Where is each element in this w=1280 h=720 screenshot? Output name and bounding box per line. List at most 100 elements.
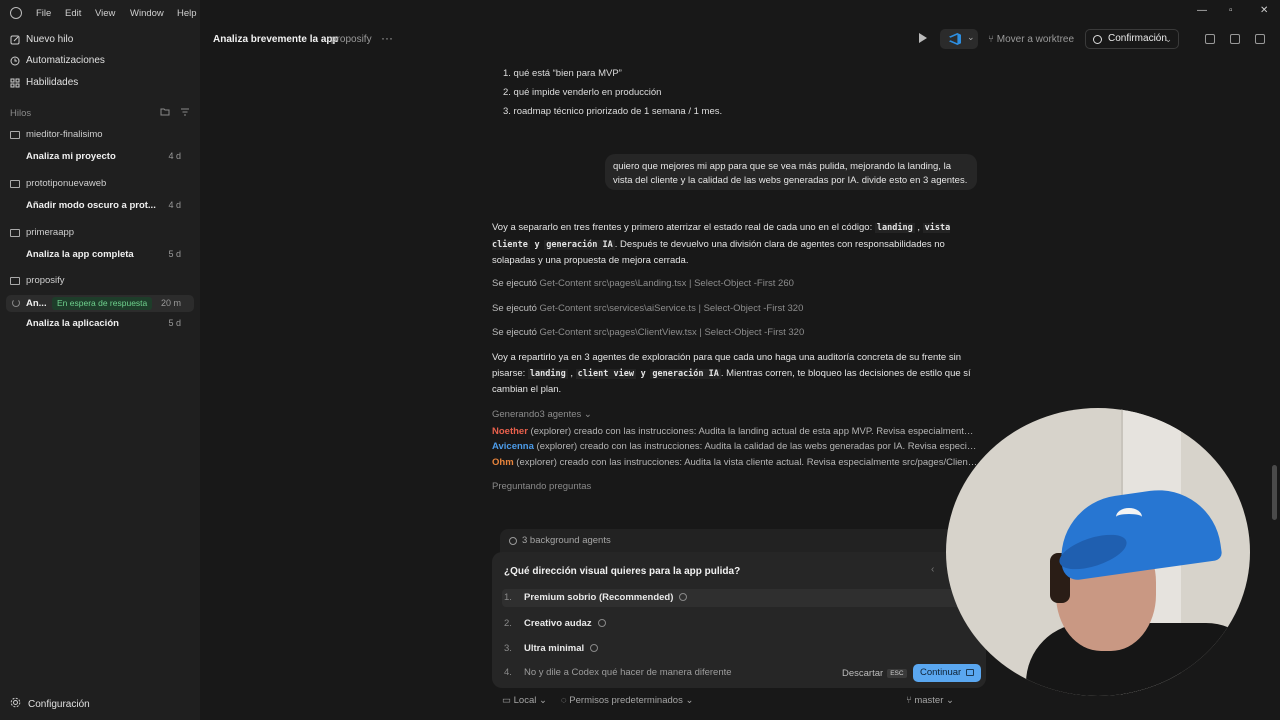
confirmation-dropdown[interactable]: Confirmación ⌄: [1085, 29, 1179, 49]
project-folder[interactable]: proposify: [10, 275, 65, 286]
agent-name[interactable]: Ohm: [492, 457, 514, 468]
minimize-icon[interactable]: —: [1197, 5, 1207, 16]
project-name: mieditor-finalisimo: [26, 129, 103, 140]
more-options-icon[interactable]: ···: [381, 31, 393, 45]
free-text-input[interactable]: No y dile a Codex qué hacer de manera di…: [524, 667, 732, 678]
thread-title: Analiza mi proyecto: [26, 151, 116, 162]
run-icon[interactable]: [919, 33, 927, 43]
status-badge: En espera de respuesta: [52, 297, 153, 310]
menu-edit[interactable]: Edit: [65, 8, 81, 19]
agent-line: Ohm (explorer) creado con las instruccio…: [492, 457, 978, 468]
nav-new-thread[interactable]: Nuevo hilo: [10, 34, 73, 45]
thread-item[interactable]: Añadir modo oscuro a prot... 4 d: [26, 200, 192, 211]
nav-label: Nuevo hilo: [26, 34, 74, 45]
project-label: proposify: [331, 34, 372, 45]
environment-dropdown[interactable]: ▭ Local ⌄: [502, 695, 547, 706]
chevron-down-icon: ⌄: [685, 695, 694, 706]
project-folder[interactable]: prototiponuevaweb: [10, 178, 106, 189]
info-icon[interactable]: [597, 619, 606, 627]
chevron-down-icon: ⌄: [1164, 34, 1172, 44]
close-icon[interactable]: ✕: [1260, 5, 1268, 16]
command-run[interactable]: Se ejecutó Get-Content src\services\aiSe…: [492, 303, 803, 314]
terminal-icon[interactable]: [1205, 34, 1215, 44]
thread-item[interactable]: Analiza la aplicación 5 d: [26, 318, 192, 329]
move-worktree-button[interactable]: ⑂ Mover a worktree: [988, 34, 1074, 45]
project-folder[interactable]: mieditor-finalisimo: [10, 129, 103, 140]
command-text: Get-Content src\pages\Landing.tsx | Sele…: [539, 278, 794, 289]
folder-icon: [10, 228, 20, 237]
chevron-down-icon: ⌄: [967, 32, 975, 42]
list-item: 2. qué impide venderlo en producción: [503, 87, 662, 98]
menu-window[interactable]: Window: [130, 8, 164, 19]
open-in-editor-button[interactable]: ⌄: [940, 29, 978, 49]
filter-icon[interactable]: [180, 107, 190, 120]
thread-item[interactable]: Analiza la app completa 5 d: [26, 249, 192, 260]
branch-dropdown[interactable]: ⑂ master ⌄: [906, 695, 954, 706]
cap-logo-icon: [1116, 508, 1142, 526]
option-1[interactable]: 1. Premium sobrio (Recommended): [502, 589, 972, 607]
assistant-message: Voy a repartirlo ya en 3 agentes de expl…: [492, 352, 971, 395]
chevron-down-icon: ⌄: [538, 695, 547, 706]
webcam-overlay: [946, 408, 1250, 696]
project-name: proposify: [26, 275, 65, 286]
user-message: quiero que mejores mi app para que se ve…: [605, 154, 977, 190]
code-inline: generación IA: [650, 368, 721, 379]
agent-name[interactable]: Avicenna: [492, 441, 534, 452]
agent-line: Noether (explorer) creado con las instru…: [492, 426, 978, 437]
new-folder-icon[interactable]: [160, 107, 170, 120]
project-folder[interactable]: primeraapp: [10, 227, 74, 238]
option-3[interactable]: 3. Ultra minimal: [502, 640, 972, 658]
confirm-label: Confirmación: [1108, 33, 1167, 44]
info-icon[interactable]: [679, 593, 688, 601]
header: Analiza brevemente la app proposify ··· …: [200, 0, 1280, 52]
diff-icon[interactable]: [1230, 34, 1240, 44]
generating-agents-toggle[interactable]: Generando3 agentes ⌄: [492, 409, 592, 420]
info-icon[interactable]: [590, 644, 599, 652]
assistant-message: Voy a separarlo en tres frentes y primer…: [492, 222, 951, 266]
permissions-dropdown[interactable]: ◌ Permisos predeterminados ⌄: [561, 695, 693, 706]
esc-key-hint: ESC: [887, 669, 907, 678]
menu-help[interactable]: Help: [177, 8, 197, 19]
thread-title: Añadir modo oscuro a prot...: [26, 200, 156, 211]
free-text-option[interactable]: 4. No y dile a Codex qué hacer de manera…: [502, 664, 822, 682]
panel-icon[interactable]: [1255, 34, 1265, 44]
code-inline: landing: [527, 368, 568, 379]
chevron-left-icon[interactable]: ‹: [931, 564, 934, 575]
thread-age: 5 d: [168, 249, 181, 259]
threads-section-label: Hilos: [10, 108, 32, 119]
command-run[interactable]: Se ejecutó Get-Content src\pages\Landing…: [492, 278, 794, 289]
chevron-down-icon: ⌄: [946, 695, 954, 706]
nav-label: Automatizaciones: [26, 55, 105, 66]
thread-age: 5 d: [168, 318, 181, 328]
agent-name[interactable]: Noether: [492, 426, 528, 437]
dismiss-button[interactable]: Descartar ESC: [842, 668, 907, 679]
vscode-icon: [949, 33, 961, 45]
command-text: Get-Content src\pages\ClientView.tsx | S…: [539, 327, 805, 338]
menubar: File Edit View Window Help: [0, 0, 200, 26]
thread-age: 4 d: [168, 151, 181, 161]
settings-label: Configuración: [28, 698, 90, 710]
thread-title: Analiza la aplicación: [26, 318, 119, 329]
branch-icon: ⑂: [988, 34, 997, 45]
maximize-icon[interactable]: ▫: [1229, 5, 1233, 16]
loading-spinner-icon: [12, 299, 20, 307]
command-text: Get-Content src\services\aiService.ts | …: [539, 303, 804, 314]
menu-file[interactable]: File: [36, 8, 51, 19]
nav-skills[interactable]: Habilidades: [10, 77, 78, 88]
scrollbar[interactable]: [1272, 465, 1277, 520]
thread-item[interactable]: Analiza mi proyecto 4 d: [26, 151, 192, 162]
continue-button[interactable]: Continuar: [913, 664, 981, 682]
nav-automations[interactable]: Automatizaciones: [10, 55, 105, 66]
settings-button[interactable]: Configuración: [10, 697, 90, 711]
gear-icon: [10, 697, 21, 711]
enter-icon: [966, 669, 974, 676]
command-run[interactable]: Se ejecutó Get-Content src\pages\ClientV…: [492, 327, 804, 338]
option-2[interactable]: 2. Creativo audaz: [502, 615, 972, 633]
agents-icon: [509, 537, 517, 545]
edit-icon: [10, 35, 20, 45]
menu-view[interactable]: View: [95, 8, 115, 19]
clock-icon: [10, 56, 20, 66]
background-agents-bar[interactable]: 3 background agents: [500, 529, 990, 553]
folder-icon: [10, 179, 20, 188]
app-logo-icon[interactable]: [10, 7, 22, 19]
